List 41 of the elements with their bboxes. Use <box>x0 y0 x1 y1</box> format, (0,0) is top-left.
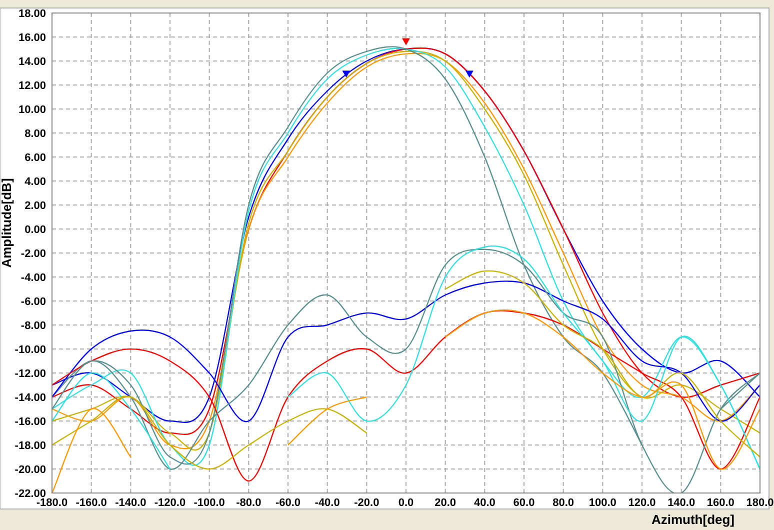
tick-label: -80.0 <box>236 497 262 509</box>
tick-label: -4.00 <box>20 272 46 284</box>
tick-label: -16.00 <box>14 416 46 428</box>
tick-label: 40.0 <box>474 497 496 509</box>
tick-label: -120.0 <box>154 497 186 509</box>
tick-label: 140.0 <box>668 497 696 509</box>
tick-label: 14.00 <box>18 56 46 68</box>
tick-label: 160.0 <box>706 497 734 509</box>
tick-label: 8.00 <box>24 128 46 140</box>
tick-label: 120.0 <box>628 497 656 509</box>
tick-label: 60.0 <box>513 497 535 509</box>
tick-label: 12.00 <box>18 80 46 92</box>
tick-label: -14.00 <box>14 392 46 404</box>
tick-label: 80.0 <box>552 497 574 509</box>
tick-label: 180.0 <box>746 497 774 509</box>
tick-label: -10.00 <box>14 344 46 356</box>
tick-label: -2.00 <box>20 248 46 260</box>
tick-label: 100.0 <box>588 497 616 509</box>
tick-label: 20.0 <box>434 497 456 509</box>
tick-label: 18.00 <box>18 8 46 20</box>
tick-label: -20.0 <box>354 497 380 509</box>
tick-label: -6.00 <box>20 296 46 308</box>
tick-label: -20.00 <box>14 464 46 476</box>
tick-label: -60.0 <box>275 497 301 509</box>
tick-label: 16.00 <box>18 32 46 44</box>
tick-label: 10.00 <box>18 104 46 116</box>
tick-label: 0.0 <box>398 497 414 509</box>
tick-label: -100.0 <box>194 497 225 509</box>
tick-label: -180.0 <box>36 497 68 509</box>
tick-label: -40.0 <box>314 497 340 509</box>
tick-label: -8.00 <box>20 320 46 332</box>
axis-title: Azimuth[deg] <box>651 512 735 527</box>
tick-label: 0.00 <box>24 224 46 236</box>
tick-label: -140.0 <box>115 497 146 509</box>
tick-label: -12.00 <box>14 368 46 380</box>
tick-label: -18.00 <box>14 440 46 452</box>
tick-label: 4.00 <box>24 176 46 188</box>
axis-title: Amplitude[dB] <box>0 178 14 268</box>
tick-label: 2.00 <box>24 200 46 212</box>
tick-label: 6.00 <box>24 152 46 164</box>
tick-label: -160.0 <box>76 497 107 509</box>
